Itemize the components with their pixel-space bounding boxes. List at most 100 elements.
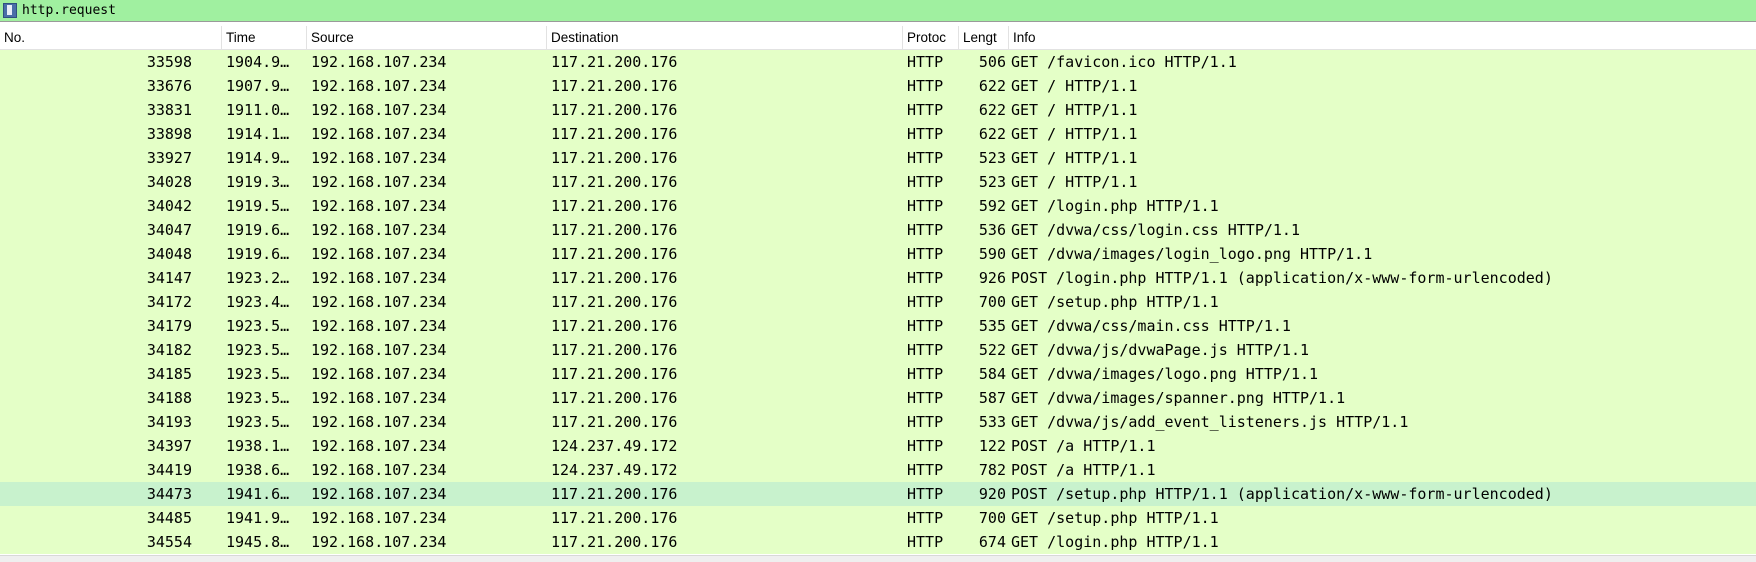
packet-list-header: No. Time Source Destination Protoc Lengt… [0,26,1756,50]
packet-time: 1914.1… [226,125,290,143]
packet-row[interactable]: 34182 1923.5… 192.168.107.234 117.21.200.17… [0,338,1756,362]
packet-row[interactable]: 34193 1923.5… 192.168.107.234 117.21.200.17… [0,410,1756,434]
packet-row[interactable]: 34042 1919.5… 192.168.107.234 117.21.200.17… [0,194,1756,218]
packet-length: 122 [978,437,1006,455]
packet-destination: 117.21.200.176 [551,197,678,215]
packet-time: 1938.6… [226,461,290,479]
packet-destination: 117.21.200.176 [551,245,678,263]
packet-destination: 117.21.200.176 [551,173,678,191]
packet-length: 523 [978,173,1006,191]
packet-row[interactable]: 33898 1914.1… 192.168.107.234 117.21.200.17… [0,122,1756,146]
packet-time: 1919.6… [226,221,290,239]
packet-protocol: HTTP [907,77,944,95]
column-header-source[interactable]: Source [307,26,547,50]
packet-no: 34179 [146,317,192,335]
packet-row[interactable]: 34047 1919.6… 192.168.107.234 117.21.200.17… [0,218,1756,242]
packet-row[interactable]: 34397 1938.1… 192.168.107.234 124.237.49.17… [0,434,1756,458]
packet-row[interactable]: 34185 1923.5… 192.168.107.234 117.21.200.17… [0,362,1756,386]
column-header-protocol[interactable]: Protoc [903,26,959,50]
packet-time: 1923.4… [226,293,290,311]
packet-source: 192.168.107.234 [311,485,447,503]
packet-protocol: HTTP [907,269,944,287]
packet-info: GET /favicon.ico HTTP/1.1 [1011,53,1237,71]
packet-row[interactable]: 33927 1914.9… 192.168.107.234 117.21.200.17… [0,146,1756,170]
packet-no: 34048 [146,245,192,263]
packet-length: 533 [978,413,1006,431]
packet-no: 33598 [146,53,192,71]
packet-row[interactable]: 34554 1945.8… 192.168.107.234 117.21.200.17… [0,530,1756,554]
packet-source: 192.168.107.234 [311,341,447,359]
packet-time: 1923.5… [226,389,290,407]
packet-no: 34188 [146,389,192,407]
horizontal-scrollbar[interactable] [0,555,1756,562]
column-header-destination[interactable]: Destination [547,26,903,50]
packet-no: 34047 [146,221,192,239]
packet-row[interactable]: 34188 1923.5… 192.168.107.234 117.21.200.17… [0,386,1756,410]
packet-source: 192.168.107.234 [311,389,447,407]
packet-destination: 117.21.200.176 [551,509,678,527]
packet-protocol: HTTP [907,197,944,215]
packet-row[interactable]: 34048 1919.6… 192.168.107.234 117.21.200.17… [0,242,1756,266]
packet-no: 33927 [146,149,192,167]
packet-protocol: HTTP [907,533,944,551]
packet-time: 1919.3… [226,173,290,191]
packet-source: 192.168.107.234 [311,365,447,383]
column-header-no[interactable]: No. [0,26,222,50]
packet-row[interactable]: 33676 1907.9… 192.168.107.234 117.21.200.17… [0,74,1756,98]
packet-source: 192.168.107.234 [311,533,447,551]
packet-protocol: HTTP [907,293,944,311]
packet-source: 192.168.107.234 [311,413,447,431]
bookmark-icon[interactable] [3,3,17,18]
packet-length: 674 [978,533,1006,551]
packet-time: 1911.0… [226,101,290,119]
packet-length: 535 [978,317,1006,335]
packet-row[interactable]: 34147 1923.2… 192.168.107.234 117.21.200.17… [0,266,1756,290]
display-filter-input[interactable] [22,2,1722,20]
packet-row[interactable]: 34172 1923.4… 192.168.107.234 117.21.200.17… [0,290,1756,314]
packet-protocol: HTTP [907,173,944,191]
packet-no: 34473 [146,485,192,503]
packet-no: 33898 [146,125,192,143]
packet-destination: 117.21.200.176 [551,269,678,287]
packet-row[interactable]: 34028 1919.3… 192.168.107.234 117.21.200.17… [0,170,1756,194]
packet-source: 192.168.107.234 [311,293,447,311]
packet-protocol: HTTP [907,245,944,263]
packet-row[interactable]: 34473 1941.6… 192.168.107.234 117.21.200.17… [0,482,1756,506]
packet-destination: 117.21.200.176 [551,149,678,167]
packet-info: GET /dvwa/js/dvwaPage.js HTTP/1.1 [1011,341,1310,359]
packet-length: 506 [978,53,1006,71]
column-header-info[interactable]: Info [1009,26,1756,50]
packet-no: 34397 [146,437,192,455]
packet-destination: 117.21.200.176 [551,389,678,407]
packet-time: 1919.5… [226,197,290,215]
packet-destination: 117.21.200.176 [551,413,678,431]
packet-row[interactable]: 33831 1911.0… 192.168.107.234 117.21.200.17… [0,98,1756,122]
packet-source: 192.168.107.234 [311,245,447,263]
packet-row[interactable]: 34485 1941.9… 192.168.107.234 117.21.200.17… [0,506,1756,530]
packet-info: GET /setup.php HTTP/1.1 [1011,509,1219,527]
packet-row[interactable]: 34179 1923.5… 192.168.107.234 117.21.200.17… [0,314,1756,338]
packet-row[interactable]: 33598 1904.9… 192.168.107.234 117.21.200.17… [0,50,1756,74]
packet-destination: 117.21.200.176 [551,221,678,239]
packet-no: 34419 [146,461,192,479]
packet-protocol: HTTP [907,317,944,335]
packet-source: 192.168.107.234 [311,125,447,143]
column-header-time[interactable]: Time [222,26,307,50]
packet-no: 34185 [146,365,192,383]
packet-no: 34554 [146,533,192,551]
packet-time: 1904.9… [226,53,290,71]
packet-info: GET /dvwa/images/spanner.png HTTP/1.1 [1011,389,1346,407]
column-header-length[interactable]: Lengt [959,26,1009,50]
packet-no: 34028 [146,173,192,191]
packet-protocol: HTTP [907,341,944,359]
packet-source: 192.168.107.234 [311,77,447,95]
packet-no: 33676 [146,77,192,95]
packet-destination: 117.21.200.176 [551,77,678,95]
packet-info: GET /login.php HTTP/1.1 [1011,533,1219,551]
packet-info: GET /dvwa/images/login_logo.png HTTP/1.1 [1011,245,1373,263]
packet-time: 1923.5… [226,341,290,359]
packet-info: GET /dvwa/images/logo.png HTTP/1.1 [1011,365,1319,383]
packet-source: 192.168.107.234 [311,53,447,71]
packet-row[interactable]: 34419 1938.6… 192.168.107.234 124.237.49.17… [0,458,1756,482]
packet-info: GET /setup.php HTTP/1.1 [1011,293,1219,311]
